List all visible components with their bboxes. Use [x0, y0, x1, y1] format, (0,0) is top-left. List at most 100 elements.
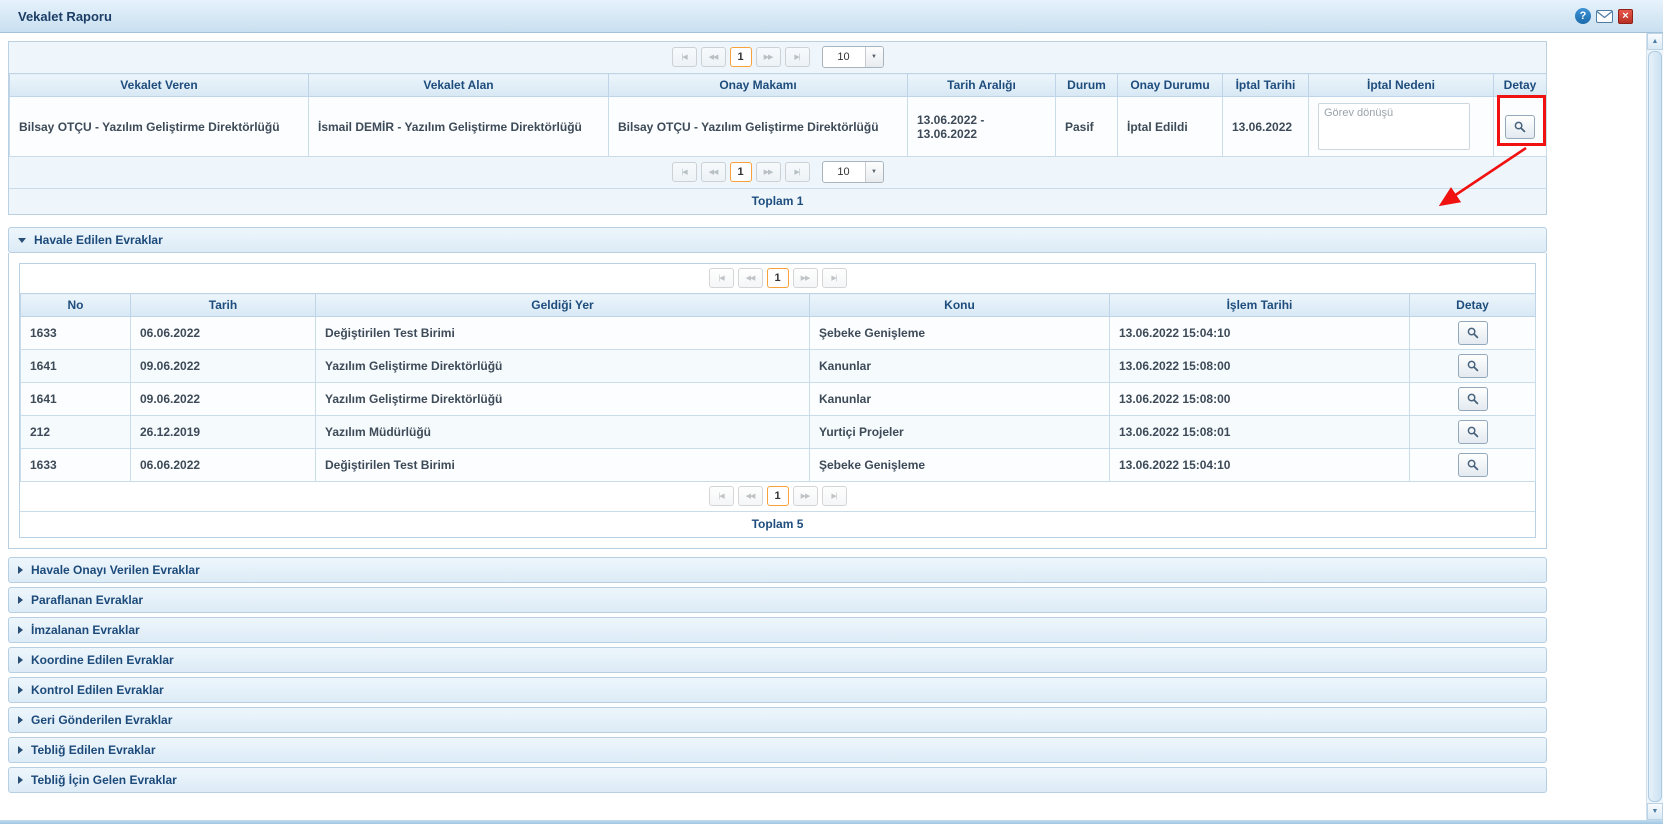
mail-icon[interactable] [1596, 10, 1613, 23]
accordion-title: Paraflanan Evraklar [31, 593, 143, 607]
paginator-page-1[interactable]: 1 [730, 162, 752, 182]
accordion-header-kontrol-edilen[interactable]: Kontrol Edilen Evraklar [8, 677, 1547, 703]
col-header-iptal-nedeni: İptal Nedeni [1309, 74, 1494, 97]
detail-button[interactable] [1458, 354, 1488, 378]
vertical-scrollbar[interactable]: ▲ ▼ [1646, 33, 1663, 820]
paginator-prev-button[interactable]: ◀◀ [738, 268, 763, 288]
chevron-right-icon [18, 596, 23, 604]
scroll-down-icon[interactable]: ▼ [1647, 803, 1663, 820]
paginator-first-button[interactable]: |◀ [709, 268, 734, 288]
col-header-durum: Durum [1056, 74, 1118, 97]
accordion-title: İmzalanan Evraklar [31, 623, 140, 637]
havale-table-row: 1633 06.06.2022 Değiştirilen Test Birimi… [21, 449, 1536, 482]
accordion-header-teblig-icin-gelen[interactable]: Tebliğ İçin Gelen Evraklar [8, 767, 1547, 793]
col-header-islem-tarihi: İşlem Tarihi [1110, 294, 1410, 317]
bottom-edge-strip [0, 820, 1663, 824]
first-page-icon: |◀ [681, 169, 686, 176]
cell-islem-tarihi: 13.06.2022 15:04:10 [1110, 317, 1410, 350]
cell-konu: Şebeke Genişleme [810, 449, 1110, 482]
cell-islem-tarihi: 13.06.2022 15:04:10 [1110, 449, 1410, 482]
cell-tarih: 06.06.2022 [131, 449, 316, 482]
help-icon[interactable]: ? [1575, 8, 1591, 24]
chevron-right-icon [18, 686, 23, 694]
vekalet-header-row: Vekalet Veren Vekalet Alan Onay Makamı T… [10, 74, 1547, 97]
paginator-last-button[interactable]: ▶| [785, 162, 810, 182]
envelope-graphic [1596, 10, 1613, 23]
cell-geldigi-yer: Yazılım Müdürlüğü [316, 416, 810, 449]
cell-no: 1633 [21, 449, 131, 482]
magnifier-icon [1467, 360, 1479, 372]
detail-button[interactable] [1458, 321, 1488, 345]
col-header-detay: Detay [1494, 74, 1547, 97]
accordion-header-koordine-edilen[interactable]: Koordine Edilen Evraklar [8, 647, 1547, 673]
magnifier-icon [1467, 393, 1479, 405]
cell-iptal-tarihi: 13.06.2022 [1223, 97, 1309, 157]
paginator-last-button[interactable]: ▶| [822, 268, 847, 288]
accordion-header-paraflanan[interactable]: Paraflanan Evraklar [8, 587, 1547, 613]
col-header-no: No [21, 294, 131, 317]
paginator-next-button[interactable]: ▶▶ [793, 268, 818, 288]
magnifier-icon [1467, 327, 1479, 339]
paginator-first-button[interactable]: |◀ [709, 486, 734, 506]
vekalet-report-panel: |◀ ◀◀ 1 ▶▶ ▶| 10 ▼ Vekalet Veren Vekalet… [8, 41, 1547, 215]
cell-geldigi-yer: Yazılım Geliştirme Direktörlüğü [316, 350, 810, 383]
chevron-right-icon [18, 626, 23, 634]
detail-button[interactable] [1458, 387, 1488, 411]
close-icon[interactable]: × [1618, 9, 1633, 24]
prev-page-icon: ◀◀ [709, 169, 718, 176]
prev-page-icon: ◀◀ [746, 493, 755, 500]
paginator-next-button[interactable]: ▶▶ [756, 162, 781, 182]
accordion-title: Tebliğ Edilen Evraklar [31, 743, 156, 757]
paginator-last-button[interactable]: ▶| [785, 47, 810, 67]
havale-total-label: Toplam 5 [20, 511, 1535, 537]
accordion-header-imzalanan[interactable]: İmzalanan Evraklar [8, 617, 1547, 643]
accordion-header-havale-edilen[interactable]: Havale Edilen Evraklar [8, 227, 1547, 253]
page-size-select[interactable]: 10 ▼ [822, 46, 884, 68]
havale-table-row: 1633 06.06.2022 Değiştirilen Test Birimi… [21, 317, 1536, 350]
accordion-header-havale-onayi-verilen[interactable]: Havale Onayı Verilen Evraklar [8, 557, 1547, 583]
detail-button[interactable] [1458, 453, 1488, 477]
accordion-title: Kontrol Edilen Evraklar [31, 683, 164, 697]
chevron-right-icon [18, 746, 23, 754]
first-page-icon: |◀ [681, 54, 686, 61]
cell-durum: Pasif [1056, 97, 1118, 157]
havale-paginator-top: |◀ ◀◀ 1 ▶▶ ▶| [20, 264, 1535, 293]
cell-konu: Kanunlar [810, 383, 1110, 416]
magnifier-icon [1467, 426, 1479, 438]
chevron-right-icon [18, 776, 23, 784]
accordion-header-geri-gonderilen[interactable]: Geri Gönderilen Evraklar [8, 707, 1547, 733]
detail-button[interactable] [1458, 420, 1488, 444]
col-header-vekalet-alan: Vekalet Alan [309, 74, 609, 97]
cell-konu: Yurtiçi Projeler [810, 416, 1110, 449]
havale-edilen-section: Havale Edilen Evraklar |◀ ◀◀ 1 ▶▶ ▶| [8, 227, 1547, 549]
main-content: |◀ ◀◀ 1 ▶▶ ▶| 10 ▼ Vekalet Veren Vekalet… [0, 33, 1663, 793]
paginator-first-button[interactable]: |◀ [672, 47, 697, 67]
cell-tarih: 06.06.2022 [131, 317, 316, 350]
accordion-title: Tebliğ İçin Gelen Evraklar [31, 773, 177, 787]
col-header-onay-makami: Onay Makamı [609, 74, 908, 97]
paginator-page-1[interactable]: 1 [730, 47, 752, 67]
paginator-first-button[interactable]: |◀ [672, 162, 697, 182]
scrollbar-thumb[interactable] [1648, 51, 1662, 802]
paginator-page-1[interactable]: 1 [767, 268, 789, 288]
vekalet-table-row: Bilsay OTÇU - Yazılım Geliştirme Direktö… [10, 97, 1547, 157]
accordion-header-teblig-edilen[interactable]: Tebliğ Edilen Evraklar [8, 737, 1547, 763]
detail-button[interactable] [1505, 115, 1535, 139]
prev-page-icon: ◀◀ [746, 275, 755, 282]
first-page-icon: |◀ [718, 493, 723, 500]
paginator-prev-button[interactable]: ◀◀ [738, 486, 763, 506]
paginator-next-button[interactable]: ▶▶ [756, 47, 781, 67]
paginator-next-button[interactable]: ▶▶ [793, 486, 818, 506]
paginator-prev-button[interactable]: ◀◀ [701, 162, 726, 182]
paginator-prev-button[interactable]: ◀◀ [701, 47, 726, 67]
collapsed-accordions: Havale Onayı Verilen Evraklar Paraflanan… [8, 557, 1547, 793]
scroll-up-icon[interactable]: ▲ [1647, 33, 1663, 50]
cell-vekalet-veren: Bilsay OTÇU - Yazılım Geliştirme Direktö… [10, 97, 309, 157]
cell-onay-makami: Bilsay OTÇU - Yazılım Geliştirme Direktö… [609, 97, 908, 157]
col-header-tarih-araligi: Tarih Aralığı [908, 74, 1056, 97]
chevron-down-icon: ▼ [865, 47, 883, 67]
iptal-nedeni-textarea[interactable]: Görev dönüşü [1318, 103, 1470, 150]
paginator-last-button[interactable]: ▶| [822, 486, 847, 506]
page-size-select[interactable]: 10 ▼ [822, 161, 884, 183]
paginator-page-1[interactable]: 1 [767, 486, 789, 506]
